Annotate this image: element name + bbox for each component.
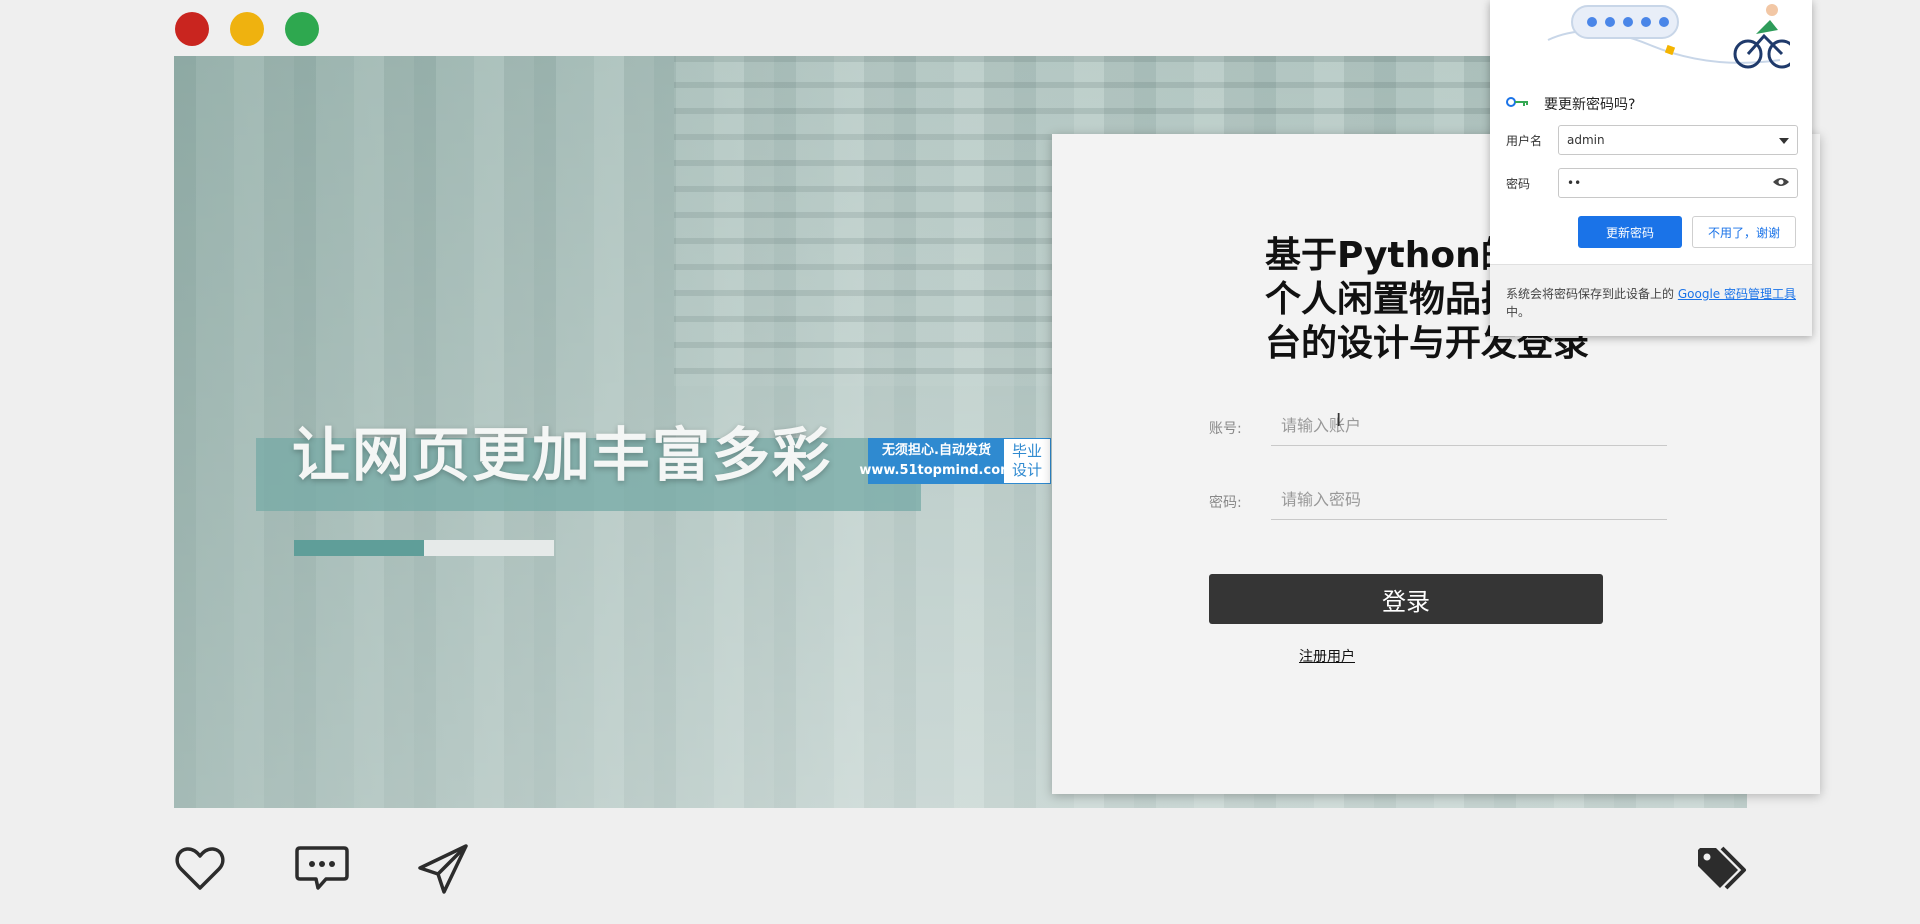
- register-link[interactable]: 注册用户: [1299, 646, 1355, 666]
- maximize-window-dot[interactable]: [285, 12, 319, 46]
- minimize-window-dot[interactable]: [230, 12, 264, 46]
- footer-suffix: 中。: [1506, 305, 1531, 319]
- password-row-popup: 密码 ••: [1506, 168, 1798, 198]
- promo-badge-side-line2: 设计: [1011, 461, 1042, 479]
- password-label: 密码:: [1209, 495, 1242, 511]
- password-row: 密码:: [1209, 480, 1669, 522]
- promo-badge-url: www.51topmind.com: [859, 463, 1014, 478]
- update-password-button[interactable]: 更新密码: [1578, 216, 1682, 248]
- promo-badge-line1: 无须担心.自动发货: [882, 443, 991, 458]
- username-label: 用户名: [1506, 134, 1543, 148]
- password-update-popup: 要更新密码吗? 用户名 admin 密码 •• 更新密码 不用了，谢谢 系统会将…: [1490, 0, 1812, 336]
- tag-icon[interactable]: [1694, 840, 1750, 896]
- password-illustration: [1530, 0, 1797, 78]
- close-window-dot[interactable]: [175, 12, 209, 46]
- account-row: 账号:: [1209, 406, 1669, 448]
- password-input[interactable]: [1271, 480, 1667, 520]
- comment-icon[interactable]: [294, 840, 350, 896]
- text-cursor-icon: Ⅰ: [1336, 410, 1342, 431]
- username-value: admin: [1567, 133, 1605, 147]
- password-popup-header: 要更新密码吗?: [1506, 94, 1635, 114]
- footer-text: 系统会将密码保存到此设备上的: [1506, 287, 1675, 301]
- no-thanks-button[interactable]: 不用了，谢谢: [1692, 216, 1796, 248]
- popup-password-label: 密码: [1506, 177, 1531, 191]
- heart-icon[interactable]: [172, 840, 228, 896]
- promo-badge[interactable]: 无须担心.自动发货 www.51topmind.com 毕业 设计: [859, 438, 1051, 484]
- hero-progress-fill: [294, 540, 424, 556]
- username-row: 用户名 admin: [1506, 125, 1798, 155]
- popup-password-value: ••: [1567, 176, 1582, 190]
- login-button[interactable]: 登录: [1209, 574, 1603, 624]
- key-icon: [1506, 96, 1530, 112]
- account-input[interactable]: [1271, 406, 1667, 446]
- promo-badge-main: 无须担心.自动发货 www.51topmind.com: [859, 439, 1014, 483]
- promo-badge-side-line1: 毕业: [1011, 442, 1042, 460]
- hero-progress-bar: [294, 540, 554, 556]
- password-popup-title: 要更新密码吗?: [1544, 97, 1636, 113]
- promo-badge-side: 毕业 设计: [1004, 439, 1050, 483]
- eye-icon[interactable]: [1773, 176, 1789, 190]
- send-icon[interactable]: [416, 840, 472, 896]
- password-popup-footer: 系统会将密码保存到此设备上的 Google 密码管理工具中。: [1490, 264, 1812, 336]
- username-select[interactable]: admin: [1558, 125, 1798, 155]
- popup-password-field[interactable]: ••: [1558, 168, 1798, 198]
- account-label: 账号:: [1209, 421, 1242, 437]
- hero-slogan: 让网页更加丰富多彩: [292, 421, 833, 489]
- password-manager-link[interactable]: Google 密码管理工具: [1678, 287, 1796, 301]
- dropdown-arrow-icon: [1779, 133, 1789, 147]
